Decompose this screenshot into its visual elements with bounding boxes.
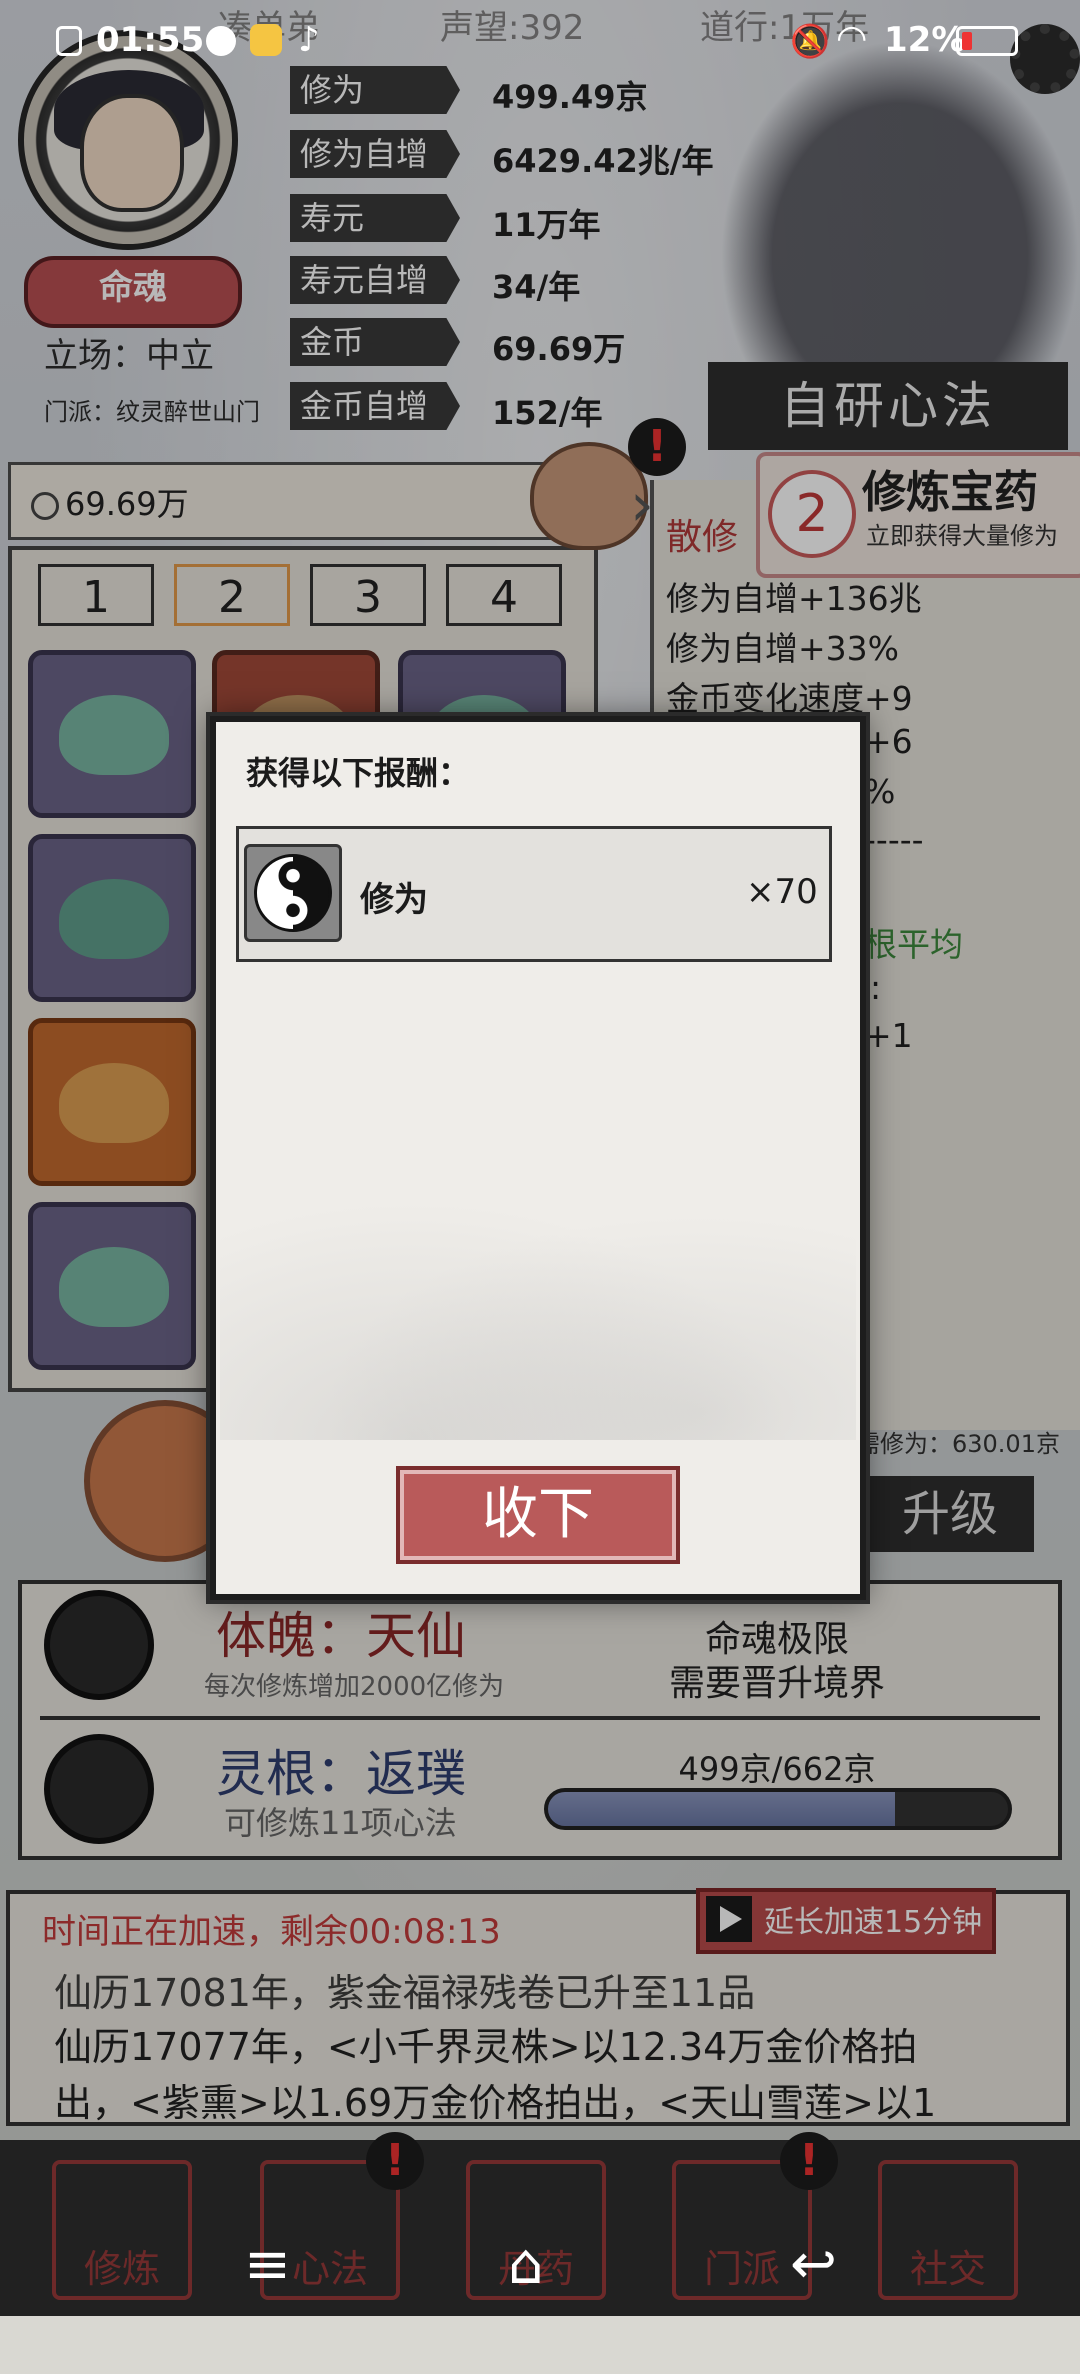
reward-dialog-title: 获得以下报酬： (246, 754, 471, 792)
reward-name: 修为 (360, 880, 428, 920)
battery-level (962, 32, 972, 50)
ink-landscape (220, 1160, 856, 1440)
qq-icon (206, 26, 236, 56)
accept-button[interactable]: 收下 (396, 1466, 680, 1564)
app-icon (250, 24, 282, 56)
reward-quantity: ×70 (746, 872, 818, 912)
tiktok-icon: ♪ (298, 20, 320, 60)
wifi-icon: ◠ (836, 18, 868, 59)
status-bar: 01:55 ♪ 🔕 ◠ 12% (0, 0, 1080, 84)
battery-percent: 12% (884, 20, 966, 60)
back-icon[interactable]: ↩ (790, 2232, 837, 2297)
home-icon[interactable]: ⌂ (508, 2232, 544, 2297)
battery-icon (956, 26, 1018, 56)
yin-yang-icon (254, 854, 332, 932)
menu-icon[interactable]: ≡ (244, 2232, 291, 2297)
notification-icon (56, 26, 82, 56)
mute-icon: 🔕 (790, 22, 830, 60)
status-time: 01:55 (96, 20, 205, 60)
